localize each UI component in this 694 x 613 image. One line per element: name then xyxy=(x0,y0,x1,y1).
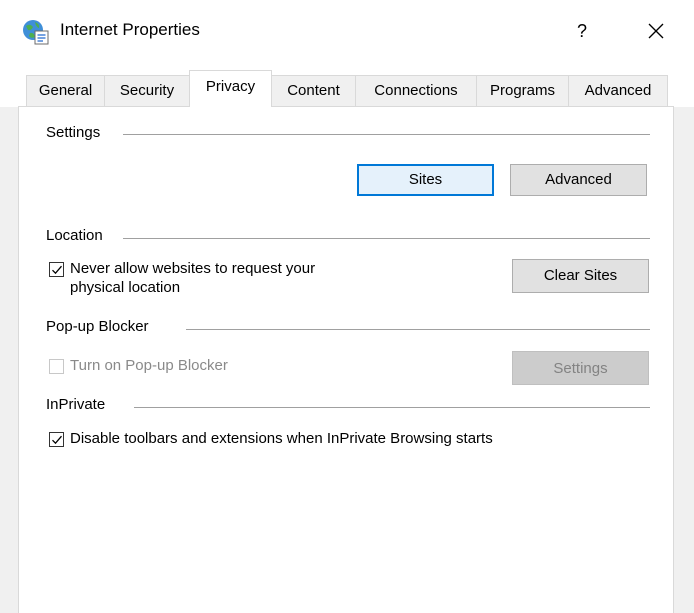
never-allow-location-label-line1: Never allow websites to request your xyxy=(70,260,316,277)
privacy-tab-panel: Settings Sites Advanced Location Never a… xyxy=(18,106,674,613)
close-button[interactable] xyxy=(636,14,676,48)
disable-toolbars-option[interactable]: Disable toolbars and extensions when InP… xyxy=(49,429,493,448)
never-allow-location-label: Never allow websites to request your phy… xyxy=(70,259,315,297)
inprivate-group-heading: InPrivate xyxy=(46,396,106,413)
tab-security[interactable]: Security xyxy=(104,75,190,106)
window-title: Internet Properties xyxy=(60,20,200,39)
clear-sites-button[interactable]: Clear Sites xyxy=(512,259,649,293)
popup-blocker-option[interactable]: Turn on Pop-up Blocker xyxy=(49,356,228,375)
settings-group-heading: Settings xyxy=(46,124,101,141)
tab-strip: General Security Privacy Content Connect… xyxy=(0,62,694,107)
sites-button[interactable]: Sites xyxy=(357,164,494,196)
popup-blocker-group-heading: Pop-up Blocker xyxy=(46,318,149,335)
tab-programs[interactable]: Programs xyxy=(476,75,569,106)
advanced-button[interactable]: Advanced xyxy=(510,164,647,196)
disable-toolbars-label: Disable toolbars and extensions when InP… xyxy=(70,430,493,447)
settings-divider xyxy=(123,134,650,135)
help-button[interactable]: ? xyxy=(566,14,598,48)
tab-privacy[interactable]: Privacy xyxy=(189,70,272,107)
never-allow-location-label-line2: physical location xyxy=(70,279,181,296)
checkmark-icon xyxy=(52,435,62,445)
popup-blocker-divider xyxy=(186,329,650,330)
popup-settings-button[interactable]: Settings xyxy=(512,351,649,385)
title-bar: Internet Properties ? xyxy=(0,0,694,62)
checkmark-icon xyxy=(52,265,62,275)
internet-properties-dialog: Internet Properties ? General Security P… xyxy=(0,0,694,613)
never-allow-location-checkbox[interactable] xyxy=(49,262,64,277)
location-divider xyxy=(123,238,650,239)
tab-content[interactable]: Content xyxy=(271,75,356,106)
location-group-heading: Location xyxy=(46,227,103,244)
disable-toolbars-checkbox[interactable] xyxy=(49,432,64,447)
never-allow-location-option[interactable]: Never allow websites to request your phy… xyxy=(49,259,315,297)
popup-blocker-label: Turn on Pop-up Blocker xyxy=(70,357,228,374)
inprivate-divider xyxy=(134,407,650,408)
close-icon xyxy=(648,23,664,39)
tab-general[interactable]: General xyxy=(26,75,105,106)
tab-advanced[interactable]: Advanced xyxy=(568,75,668,106)
tab-connections[interactable]: Connections xyxy=(355,75,477,106)
internet-options-icon xyxy=(22,18,50,46)
popup-blocker-checkbox[interactable] xyxy=(49,359,64,374)
